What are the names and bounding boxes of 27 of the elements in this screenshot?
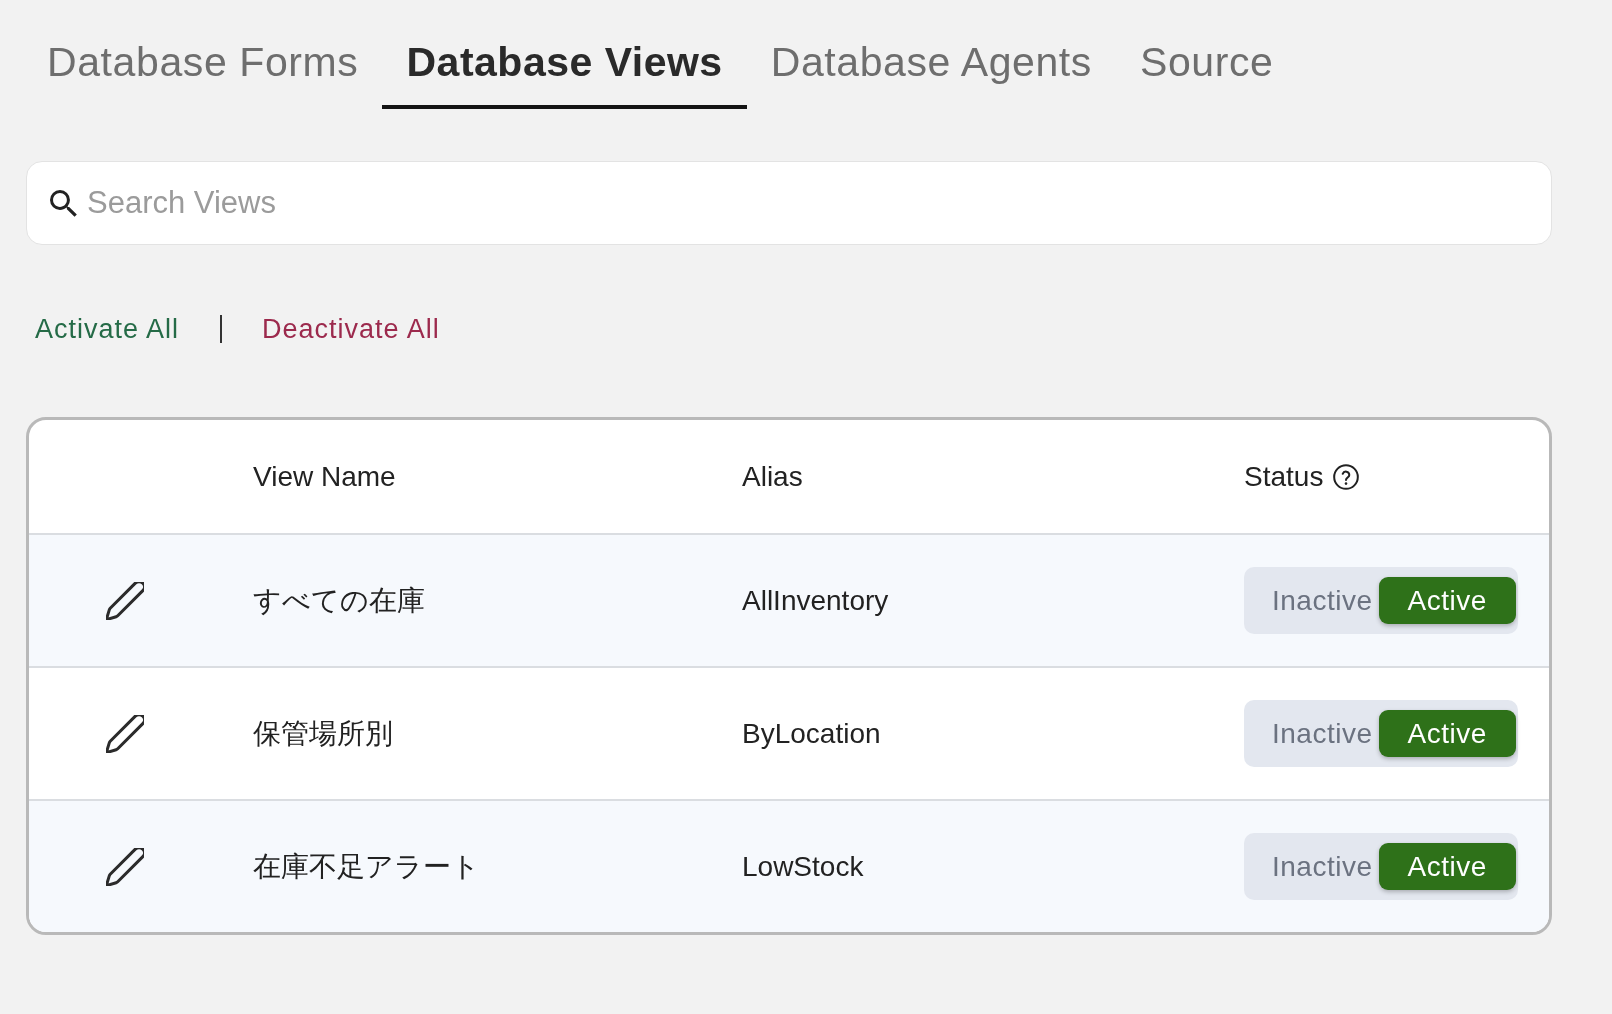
tab[interactable]: Database Views (382, 38, 747, 109)
toggle-option[interactable]: Inactive (1252, 843, 1379, 890)
search-icon (50, 190, 77, 217)
tab[interactable]: Database Forms (23, 38, 383, 109)
toggle-option[interactable]: Active (1378, 577, 1516, 624)
column-header: Status (1244, 460, 1324, 493)
table-cell: AllInventory (742, 584, 889, 616)
table-cell: ByLocation (742, 717, 881, 749)
table-cell: 在庫不足アラート (253, 850, 480, 882)
column-header: View Name (253, 460, 396, 493)
search-field[interactable]: Search Views (26, 161, 1552, 245)
tab[interactable]: Database Agents (746, 38, 1116, 109)
help-icon[interactable] (1333, 463, 1360, 490)
toggle-option[interactable]: Active (1378, 843, 1516, 890)
pencil-icon[interactable] (106, 581, 144, 620)
table-cell: LowStock (742, 850, 864, 882)
toggle-option[interactable]: Inactive (1252, 710, 1379, 757)
activate-all-link[interactable]: Activate All (35, 313, 180, 345)
pencil-icon[interactable] (106, 847, 144, 886)
tab[interactable]: Source (1115, 38, 1298, 109)
toggle-option[interactable]: Active (1378, 710, 1516, 757)
deactivate-all-link[interactable]: Deactivate All (262, 313, 440, 345)
pencil-icon[interactable] (106, 714, 144, 753)
table-cell: 保管場所別 (253, 717, 393, 749)
table-cell: すべての在庫 (253, 584, 425, 616)
toggle-option[interactable]: Inactive (1252, 577, 1379, 624)
column-header: Alias (742, 460, 803, 493)
